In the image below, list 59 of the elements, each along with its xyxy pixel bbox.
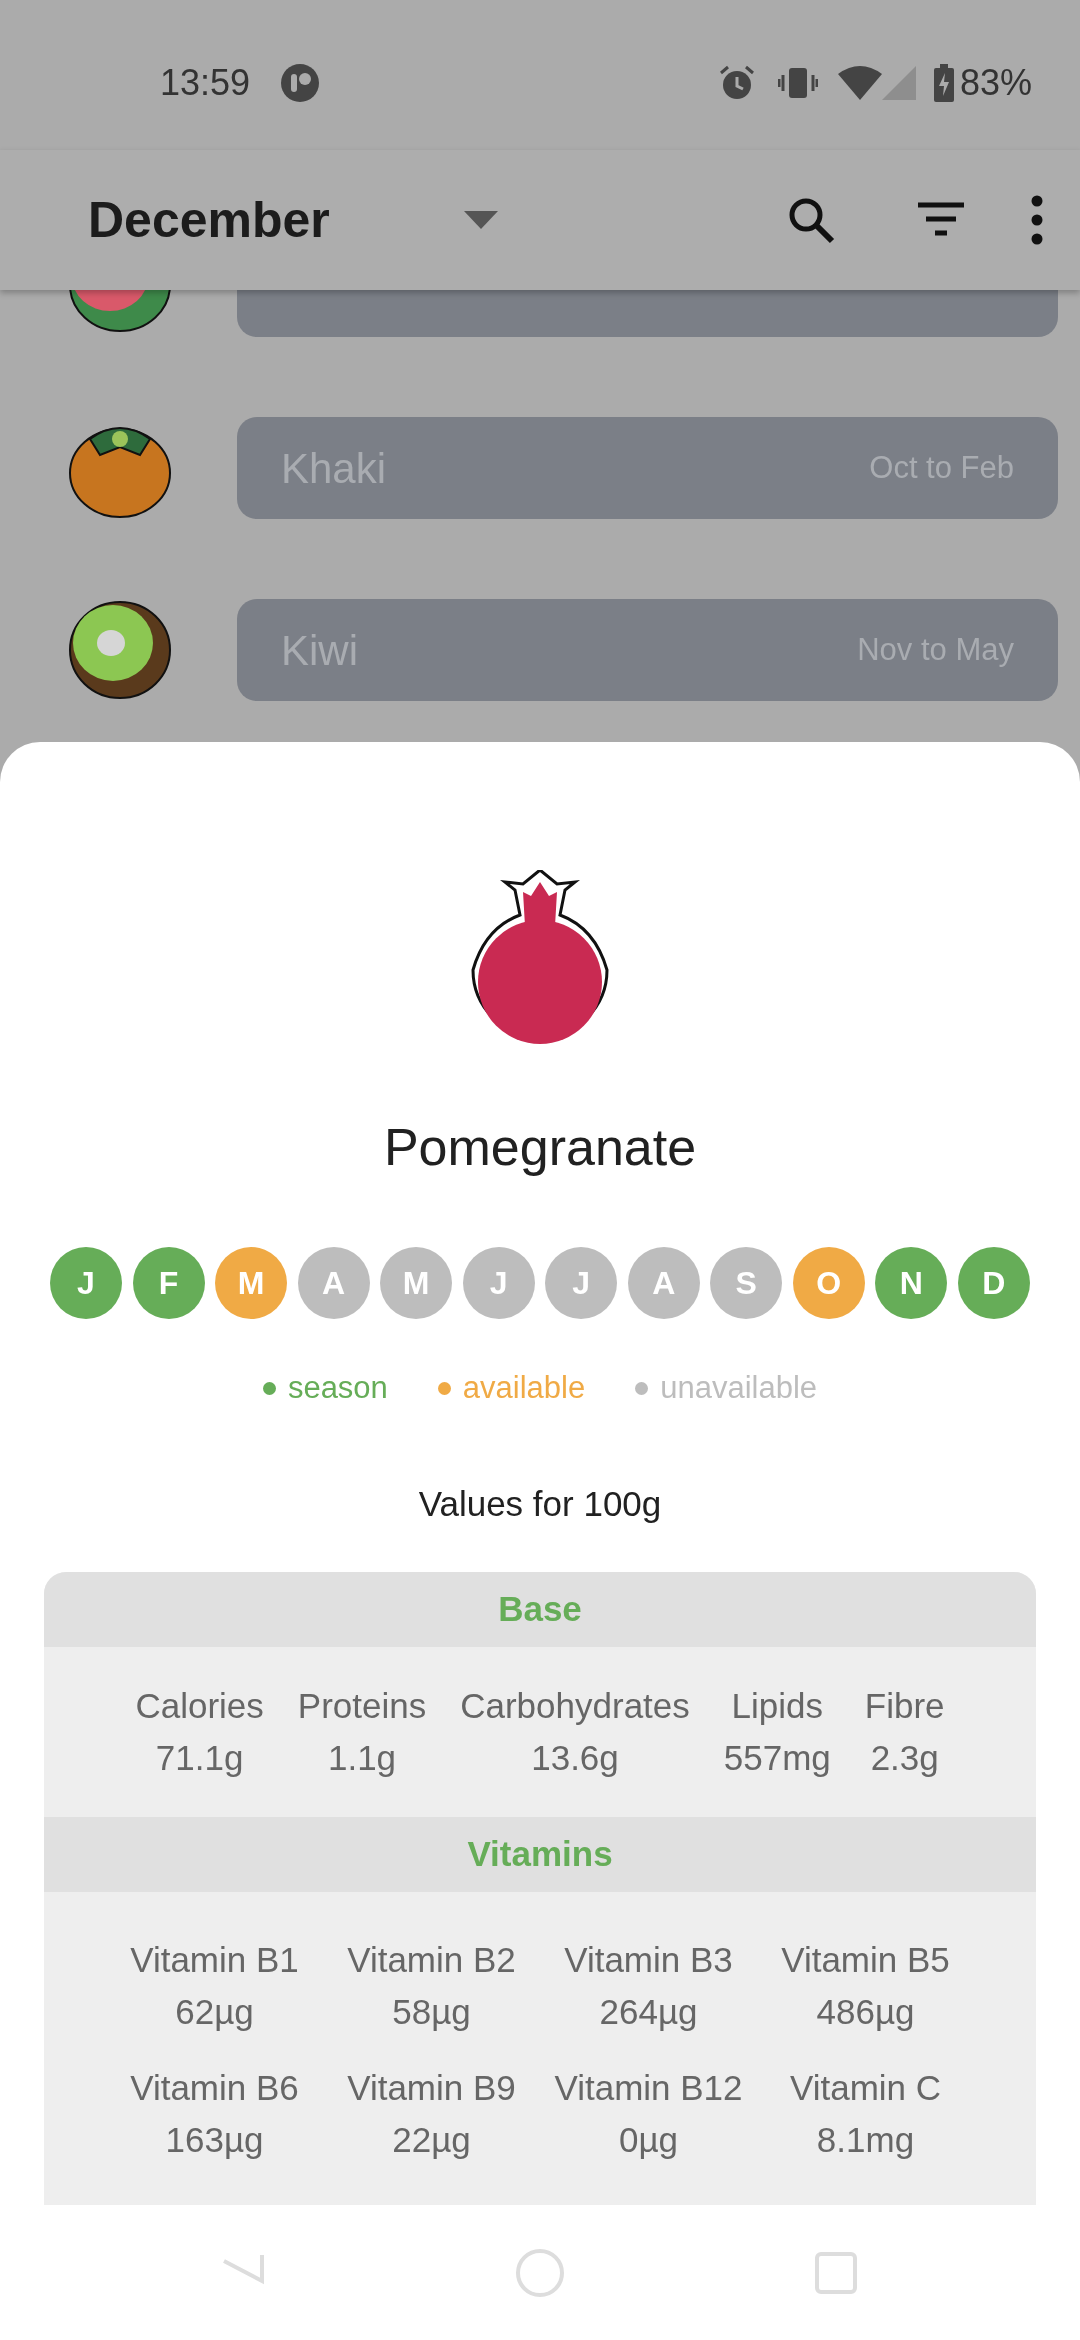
month-badge: M	[380, 1247, 453, 1319]
nutrient-name: Vitamin B6	[130, 2066, 299, 2109]
month-badge: F	[132, 1247, 205, 1319]
section-heading: Base	[498, 1587, 582, 1630]
legend-label: season	[287, 1369, 388, 1407]
nutrient-name: Vitamin C	[789, 2066, 942, 2109]
alarm-icon	[717, 64, 756, 102]
nutrient-name: Carbohydrates	[460, 1684, 690, 1727]
nutrient-name: Vitamin B5	[781, 1938, 950, 1981]
nutrient-value: 557mg	[723, 1736, 831, 1779]
nutrient-value: 264µg	[599, 1990, 698, 2033]
month-badge: A	[297, 1247, 370, 1319]
nutrient-value: 13.6g	[531, 1736, 619, 1779]
app-notification-icon	[280, 63, 321, 103]
nutrient-value: 1.1g	[327, 1736, 397, 1779]
home-icon[interactable]	[514, 2246, 566, 2299]
battery-charging-icon	[933, 64, 954, 102]
month-badge: J	[462, 1247, 535, 1319]
month-badge: J	[545, 1247, 618, 1319]
legend-label: unavailable	[660, 1369, 818, 1407]
section-heading: Vitamins	[467, 1832, 613, 1875]
nutrient-name: Proteins	[297, 1684, 427, 1727]
nutrient-name: Vitamin B12	[554, 2066, 743, 2109]
battery-percent: 83%	[959, 61, 1032, 105]
more-options-icon[interactable]	[1030, 195, 1044, 245]
nutrient-name: Vitamin B3	[564, 1938, 733, 1981]
month-dropdown[interactable]: December	[88, 182, 498, 258]
nutrient-name: Vitamin B1	[130, 1938, 299, 1981]
nutrient-name: Fibre	[864, 1684, 945, 1727]
month-badge: D	[957, 1247, 1030, 1319]
nutrient-value: 22µg	[392, 2118, 471, 2161]
nutrient-name: Vitamin B9	[347, 2066, 516, 2109]
filter-icon[interactable]	[916, 202, 966, 238]
nutrient-value: 486µg	[816, 1990, 915, 2033]
recents-icon[interactable]	[814, 2250, 858, 2295]
dropdown-caret-icon	[464, 211, 498, 229]
nutrient-value: 0µg	[618, 2118, 679, 2161]
month-badge: J	[50, 1247, 122, 1319]
values-heading: Values for 100g	[418, 1482, 662, 1525]
wifi-icon	[837, 66, 882, 100]
month-badge: S	[710, 1247, 783, 1319]
nutrient-value: 58µg	[392, 1990, 471, 2033]
nutrient-value: 71.1g	[155, 1736, 244, 1779]
vibrate-icon	[777, 66, 818, 100]
nutrient-value: 2.3g	[870, 1736, 939, 1779]
nutrient-name: Vitamin B2	[347, 1938, 516, 1981]
nutrient-value: 62µg	[175, 1990, 254, 2033]
nutrient-name: Lipids	[731, 1684, 824, 1727]
month-badge: O	[792, 1247, 865, 1319]
month-badge: N	[875, 1247, 948, 1319]
month-badge: M	[215, 1247, 288, 1319]
fruit-name: Pomegranate	[383, 1117, 697, 1177]
legend-label: available	[462, 1369, 586, 1407]
month-badge: A	[627, 1247, 700, 1319]
signal-icon	[881, 66, 916, 100]
nutrient-name: Calories	[135, 1684, 264, 1727]
clock-time: 13:59	[160, 61, 251, 105]
nutrient-value: 163µg	[165, 2118, 264, 2161]
nutrient-value: 8.1mg	[816, 2118, 915, 2161]
